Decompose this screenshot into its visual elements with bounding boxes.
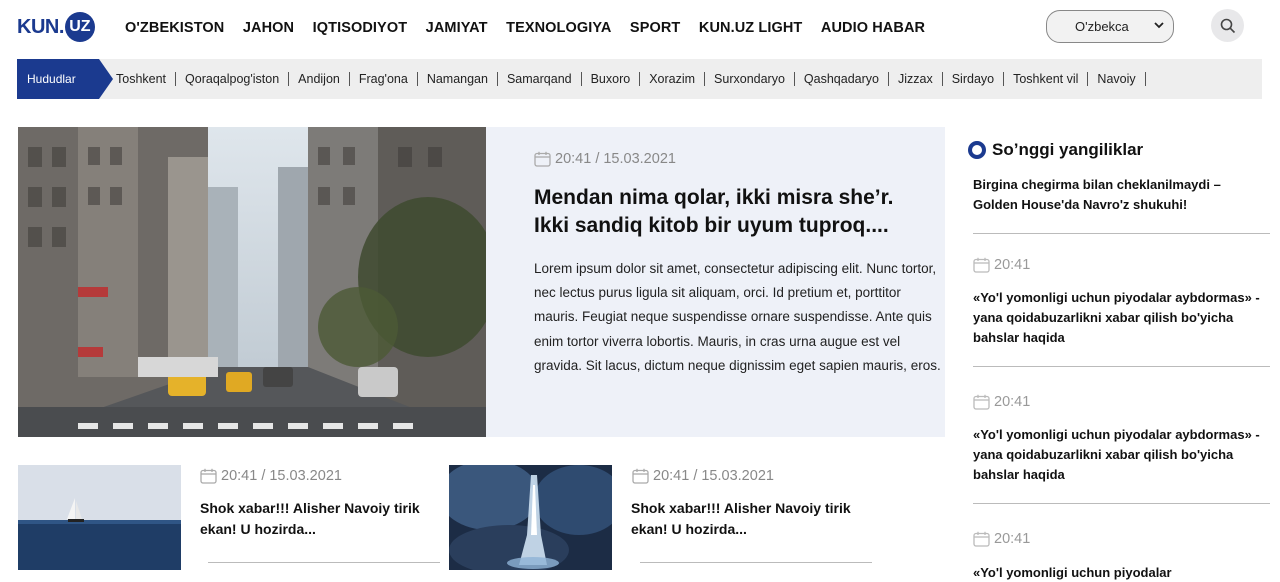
latest-news-time-text: 20:41: [994, 531, 1031, 547]
region-item[interactable]: Buxoro: [582, 72, 641, 86]
card-image-sailboat[interactable]: [18, 465, 181, 570]
hero-image[interactable]: [18, 127, 486, 437]
calendar-icon: [973, 394, 990, 410]
card-divider: [208, 562, 440, 563]
card-date-text: 20:41 / 15.03.2021: [653, 468, 774, 484]
site-logo[interactable]: KUN. UZ: [17, 12, 95, 42]
latest-news-item-title[interactable]: «Yo'l yomonligi uchun piyodalar aybdorma…: [973, 288, 1263, 348]
latest-news-divider: [973, 503, 1270, 504]
calendar-icon: [534, 151, 551, 167]
card-title[interactable]: Shok xabar!!! Alisher Navoiy tirik ekan!…: [631, 498, 871, 540]
regions-label-arrow: [99, 59, 113, 99]
region-item[interactable]: Sirdayo: [943, 72, 1005, 86]
latest-news-item-title[interactable]: «Yo'l yomonligi uchun piyodalar: [973, 563, 1263, 582]
nav-item-audio-habar[interactable]: AUDIO HABAR: [821, 20, 925, 36]
region-item[interactable]: Samarqand: [498, 72, 582, 86]
latest-news-time-text: 20:41: [994, 394, 1031, 410]
hero-date-text: 20:41 / 15.03.2021: [555, 151, 676, 167]
latest-news-time: 20:41: [973, 257, 1030, 273]
logo-badge: UZ: [64, 12, 95, 42]
region-item[interactable]: Andijon: [289, 72, 350, 86]
regions-label: Hududlar: [17, 59, 99, 99]
hero-title[interactable]: Mendan nima qolar, ikki misra she’r. Ikk…: [534, 184, 934, 240]
region-item[interactable]: Jizzax: [889, 72, 943, 86]
latest-news-time: 20:41: [973, 531, 1030, 547]
calendar-icon: [632, 468, 649, 484]
latest-news-divider: [973, 233, 1270, 234]
card-divider: [640, 562, 872, 563]
site-header: KUN. UZ O'ZBEKISTON JAHON IQTISODIYOT JA…: [0, 0, 1280, 56]
calendar-icon: [200, 468, 217, 484]
nav-item-uzbekistan[interactable]: O'ZBEKISTON: [125, 20, 224, 36]
region-item[interactable]: Xorazim: [640, 72, 706, 86]
hero-date: 20:41 / 15.03.2021: [534, 151, 676, 167]
region-item[interactable]: Toshkent vil: [1004, 72, 1089, 86]
card-date: 20:41 / 15.03.2021: [632, 468, 774, 484]
language-value: O'zbekca: [1075, 19, 1129, 34]
latest-news-item-title[interactable]: Birgina chegirma bilan cheklanilmaydi – …: [973, 175, 1263, 215]
radio-dot-icon: [968, 141, 986, 159]
regions-list: Toshkent Qoraqalpog'iston Andijon Frag'o…: [116, 59, 1146, 99]
card-image-waterfall[interactable]: [449, 465, 612, 570]
calendar-icon: [973, 531, 990, 547]
card-date-text: 20:41 / 15.03.2021: [221, 468, 342, 484]
region-item[interactable]: Toshkent: [116, 72, 177, 86]
region-item[interactable]: Frag'ona: [350, 72, 418, 86]
region-item[interactable]: Surxondaryo: [705, 72, 795, 86]
latest-news-divider: [973, 366, 1270, 367]
search-icon: [1220, 18, 1235, 33]
latest-news-time: 20:41: [973, 394, 1030, 410]
nav-item-kunuz-light[interactable]: KUN.UZ LIGHT: [699, 20, 803, 36]
nav-item-texnologiya[interactable]: TEXNOLOGIYA: [506, 20, 611, 36]
search-button[interactable]: [1211, 9, 1244, 42]
main-nav: O'ZBEKISTON JAHON IQTISODIYOT JAMIYAT TE…: [125, 20, 944, 36]
latest-news-item-title[interactable]: «Yo'l yomonligi uchun piyodalar aybdorma…: [973, 425, 1263, 485]
latest-news-time-text: 20:41: [994, 257, 1031, 273]
card-date: 20:41 / 15.03.2021: [200, 468, 342, 484]
hero-article[interactable]: 20:41 / 15.03.2021 Mendan nima qolar, ik…: [486, 127, 945, 437]
language-select[interactable]: O'zbekca: [1046, 10, 1174, 43]
nav-item-sport[interactable]: SPORT: [630, 20, 680, 36]
region-item[interactable]: Navoiy: [1088, 72, 1146, 86]
calendar-icon: [973, 257, 990, 273]
latest-news-heading: So’nggi yangiliklar: [968, 140, 1143, 160]
region-item[interactable]: Qashqadaryo: [795, 72, 889, 86]
nav-item-jamiyat[interactable]: JAMIYAT: [426, 20, 488, 36]
region-item[interactable]: Namangan: [418, 72, 498, 86]
hero-excerpt: Lorem ipsum dolor sit amet, consectetur …: [534, 261, 941, 373]
regions-bar: Hududlar Toshkent Qoraqalpog'iston Andij…: [17, 59, 1262, 99]
region-item[interactable]: Qoraqalpog'iston: [176, 72, 290, 86]
nav-item-jahon[interactable]: JAHON: [243, 20, 294, 36]
nav-item-iqtisodiyot[interactable]: IQTISODIYOT: [313, 20, 408, 36]
latest-news-title: So’nggi yangiliklar: [992, 140, 1144, 159]
card-title[interactable]: Shok xabar!!! Alisher Navoiy tirik ekan!…: [200, 498, 440, 540]
chevron-down-icon: [1154, 22, 1164, 29]
logo-text: KUN.: [17, 15, 64, 38]
